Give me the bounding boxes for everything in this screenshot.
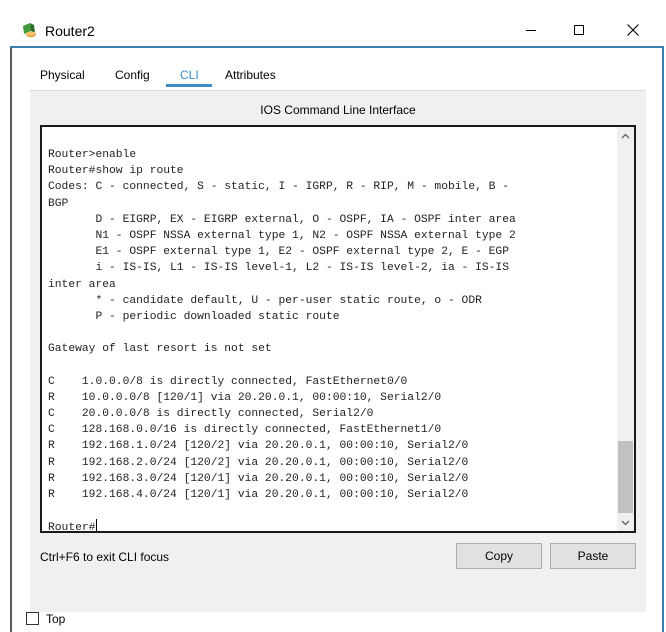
cli-line: i - IS-IS, L1 - IS-IS level-1, L2 - IS-I… xyxy=(48,262,509,275)
cli-heading: IOS Command Line Interface xyxy=(260,103,416,117)
top-checkbox-label: Top xyxy=(46,612,66,626)
cli-line: E1 - OSPF external type 1, E2 - OSPF ext… xyxy=(48,246,509,259)
tab-config[interactable]: Config xyxy=(115,62,150,88)
cli-line: D - EIGRP, EX - EIGRP external, O - OSPF… xyxy=(48,213,516,226)
cli-line: Router>enable xyxy=(48,149,137,161)
cli-console[interactable]: Router>enable Router#show ip route Codes: … xyxy=(40,125,636,533)
cli-line xyxy=(48,357,618,373)
close-button[interactable] xyxy=(610,14,656,46)
cli-line: R 10.0.0.0/8 [120/1] via 20.20.0.1, 00:0… xyxy=(48,391,442,404)
cli-output[interactable]: Router>enable Router#show ip route Codes: … xyxy=(48,147,618,531)
window-title: Router2 xyxy=(45,23,95,39)
cli-line xyxy=(48,325,618,341)
close-icon xyxy=(627,24,639,36)
scroll-up-button[interactable] xyxy=(617,127,634,144)
cli-scrollbar[interactable] xyxy=(617,127,634,531)
cli-line: C 20.0.0.0/8 is directly connected, Seri… xyxy=(48,408,374,420)
scroll-thumb[interactable] xyxy=(618,441,633,513)
window-frame-left xyxy=(10,46,12,632)
minimize-button[interactable] xyxy=(508,14,554,46)
top-checkbox[interactable] xyxy=(26,612,39,625)
maximize-icon xyxy=(574,25,584,35)
cli-line: R 192.168.4.0/24 [120/1] via 20.20.0.1, … xyxy=(48,488,469,501)
window-frame-right xyxy=(662,46,664,632)
cli-line: inter area xyxy=(48,278,116,291)
cli-line: Router# xyxy=(48,519,618,531)
active-tab-indicator xyxy=(166,84,212,87)
cli-line: Router#show ip route xyxy=(48,165,184,178)
cli-line: R 192.168.3.0/24 [120/1] via 20.20.0.1, … xyxy=(48,472,469,485)
cli-line xyxy=(48,503,618,519)
cli-line: C 1.0.0.0/8 is directly connected, FastE… xyxy=(48,375,408,388)
scroll-down-button[interactable] xyxy=(617,514,634,531)
cli-line: R 192.168.1.0/24 [120/2] via 20.20.0.1, … xyxy=(48,440,469,453)
cli-line: * - candidate default, U - per-user stat… xyxy=(48,294,482,307)
exit-focus-hint: Ctrl+F6 to exit CLI focus xyxy=(40,550,170,564)
minimize-icon xyxy=(526,30,536,31)
cli-line: P - periodic downloaded static route xyxy=(48,310,340,323)
cli-panel: IOS Command Line Interface Router>enable… xyxy=(30,90,646,612)
cli-line: C 128.168.0.0/16 is directly connected, … xyxy=(48,424,442,437)
cli-line: BGP xyxy=(48,197,69,210)
maximize-button[interactable] xyxy=(556,14,602,46)
paste-button[interactable]: Paste xyxy=(550,543,636,569)
chevron-up-icon xyxy=(621,133,630,138)
cli-line: N1 - OSPF NSSA external type 1, N2 - OSP… xyxy=(48,229,516,242)
cli-line: R 192.168.2.0/24 [120/2] via 20.20.0.1, … xyxy=(48,456,469,469)
tab-attributes[interactable]: Attributes xyxy=(225,62,276,88)
router-window: Router2 Physical Config CLI Attributes I… xyxy=(0,0,666,632)
text-cursor xyxy=(96,519,98,531)
tab-physical[interactable]: Physical xyxy=(40,62,85,88)
window-frame-top xyxy=(10,46,664,48)
chevron-down-icon xyxy=(621,520,630,525)
cli-line: Gateway of last resort is not set xyxy=(48,343,272,356)
router-app-icon xyxy=(22,22,38,38)
title-bar[interactable]: Router2 xyxy=(0,0,666,46)
copy-button[interactable]: Copy xyxy=(456,543,542,569)
cli-line: Codes: C - connected, S - static, I - IG… xyxy=(48,181,509,194)
